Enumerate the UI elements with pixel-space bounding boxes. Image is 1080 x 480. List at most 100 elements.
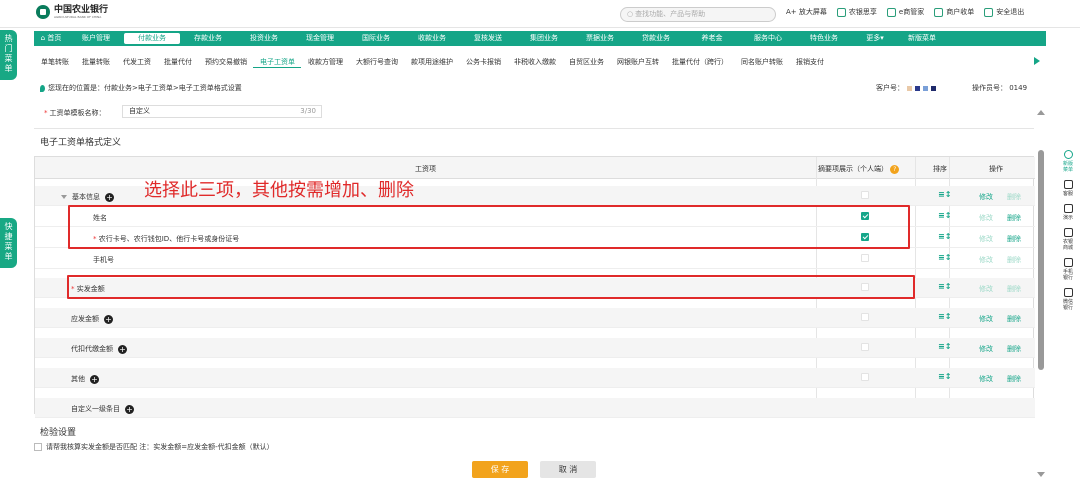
- sort-handle-icon[interactable]: ≡↕: [938, 211, 951, 220]
- subnav-item[interactable]: 代发工资: [116, 57, 157, 67]
- delete-link[interactable]: 删除: [1007, 314, 1021, 324]
- nav-item[interactable]: 现金管理: [292, 31, 348, 46]
- nongyin-sixiang-link[interactable]: 农银思享: [836, 7, 877, 17]
- edit-link[interactable]: 修改: [979, 255, 993, 265]
- summary-checkbox[interactable]: [861, 254, 869, 262]
- subnav-item[interactable]: 报销支付: [789, 57, 830, 67]
- side-tool[interactable]: 农银商城: [1062, 228, 1074, 251]
- delete-link[interactable]: 删除: [1007, 192, 1021, 202]
- nav-item[interactable]: 贷款业务: [628, 31, 684, 46]
- edit-link[interactable]: 修改: [979, 213, 993, 223]
- summary-checkbox[interactable]: [861, 343, 869, 351]
- side-tool[interactable]: 微信银行: [1062, 288, 1074, 311]
- subnav-next-icon[interactable]: [1034, 57, 1040, 65]
- delete-link[interactable]: 删除: [1007, 374, 1021, 384]
- side-tool[interactable]: 手机银行: [1062, 258, 1074, 281]
- subnav-item[interactable]: 批量转账: [75, 57, 116, 67]
- table-row: 代扣代缴金额 + ≡↕ 修改 删除: [35, 338, 1035, 358]
- hot-menu-tab[interactable]: 热门菜单: [0, 30, 17, 80]
- template-name-input[interactable]: 自定义 3/30: [122, 105, 322, 118]
- logout-link[interactable]: 安全退出: [984, 7, 1024, 17]
- sort-handle-icon[interactable]: ≡↕: [938, 372, 951, 381]
- add-icon[interactable]: +: [90, 374, 99, 384]
- subnav-item[interactable]: 批量代付: [157, 57, 198, 67]
- subnav-item[interactable]: 非税收入缴款: [507, 57, 562, 67]
- quick-menu-tab[interactable]: 快捷菜单: [0, 218, 17, 268]
- subnav-item[interactable]: 预约交易撤销: [198, 57, 253, 67]
- subnav-item[interactable]: 网银账户互转: [610, 57, 665, 67]
- edit-link[interactable]: 修改: [979, 344, 993, 354]
- subnav-item[interactable]: 公务卡报销: [459, 57, 507, 67]
- delete-link[interactable]: 删除: [1007, 213, 1021, 223]
- row-label-text: 应发金额: [71, 315, 99, 323]
- cancel-button[interactable]: 取 消: [540, 461, 596, 478]
- side-tool-icon: [1063, 180, 1073, 189]
- edit-link[interactable]: 修改: [979, 314, 993, 324]
- sort-handle-icon[interactable]: ≡↕: [938, 282, 951, 291]
- delete-link[interactable]: 删除: [1007, 255, 1021, 265]
- nav-item[interactable]: 更多▾: [852, 31, 898, 46]
- logout-icon: [984, 7, 994, 17]
- subnav-item[interactable]: 批量代付（跨行）: [665, 57, 734, 67]
- subnav-item[interactable]: 电子工资单: [253, 57, 301, 68]
- nav-item[interactable]: 服务中心: [740, 31, 796, 46]
- nav-item[interactable]: 集团业务: [516, 31, 572, 46]
- add-icon[interactable]: +: [125, 404, 134, 414]
- zoom-screen-link[interactable]: A+ 放大屏幕: [786, 7, 827, 17]
- collapse-icon[interactable]: [61, 195, 67, 199]
- nav-item[interactable]: 账户管理: [68, 31, 124, 46]
- nav-item[interactable]: 存款业务: [180, 31, 236, 46]
- side-tool[interactable]: 新版菜单: [1062, 150, 1074, 173]
- merchant-acquiring-link[interactable]: 商户收单: [934, 7, 974, 17]
- delete-link[interactable]: 删除: [1007, 234, 1021, 244]
- subnav-item[interactable]: 收款方管理: [301, 57, 349, 67]
- delete-link[interactable]: 删除: [1007, 344, 1021, 354]
- nav-item[interactable]: 养老金: [684, 31, 740, 46]
- subnav-item[interactable]: 自贸区业务: [562, 57, 610, 67]
- nav-item[interactable]: 投资业务: [236, 31, 292, 46]
- row-label-text: 基本信息: [72, 193, 100, 201]
- subnav-item[interactable]: 大额行号查询: [349, 57, 404, 67]
- nav-item[interactable]: 复核发送: [460, 31, 516, 46]
- edit-link[interactable]: 修改: [979, 374, 993, 384]
- save-button[interactable]: 保 存: [472, 461, 528, 478]
- nav-item[interactable]: 收款业务: [404, 31, 460, 46]
- edit-link[interactable]: 修改: [979, 192, 993, 202]
- search-input[interactable]: ○ 查找功能、产品与帮助: [620, 7, 776, 22]
- nav-item[interactable]: 国际业务: [348, 31, 404, 46]
- subnav-item[interactable]: 同名账户转账: [734, 57, 789, 67]
- add-icon[interactable]: +: [104, 314, 113, 324]
- side-tool[interactable]: 演示: [1062, 204, 1074, 221]
- e-merchant-link[interactable]: e商管家: [886, 7, 924, 17]
- summary-checkbox[interactable]: [861, 373, 869, 381]
- nav-item[interactable]: 特色业务: [796, 31, 852, 46]
- summary-checkbox[interactable]: [861, 313, 869, 321]
- summary-checkbox[interactable]: [861, 191, 869, 199]
- scroll-up-icon[interactable]: [1037, 110, 1045, 115]
- add-icon[interactable]: +: [118, 344, 127, 354]
- nav-item[interactable]: 付款业务: [124, 33, 180, 44]
- subnav-item[interactable]: 单笔转账: [34, 57, 75, 67]
- edit-link[interactable]: 修改: [979, 284, 993, 294]
- subnav-item[interactable]: 款项用途维护: [404, 57, 459, 67]
- nav-item[interactable]: 新版菜单: [898, 31, 946, 46]
- scroll-down-icon[interactable]: [1037, 472, 1045, 477]
- sort-handle-icon[interactable]: ≡↕: [938, 253, 951, 262]
- help-icon[interactable]: ?: [890, 165, 900, 174]
- delete-link[interactable]: 删除: [1007, 284, 1021, 294]
- annotation-text: 选择此三项，其他按需增加、删除: [144, 180, 414, 201]
- add-icon[interactable]: +: [105, 192, 114, 202]
- sort-handle-icon[interactable]: ≡↕: [938, 232, 951, 241]
- nongyin-icon: [836, 7, 846, 17]
- sort-handle-icon[interactable]: ≡↕: [938, 190, 951, 199]
- nav-item[interactable]: 票据业务: [572, 31, 628, 46]
- verify-amount-checkbox[interactable]: [34, 443, 42, 451]
- nav-item[interactable]: ⌂ 首页: [34, 31, 68, 46]
- edit-link[interactable]: 修改: [979, 234, 993, 244]
- vertical-scrollbar[interactable]: [1038, 150, 1044, 370]
- bank-logo[interactable]: 中国农业银行 AGRICULTURAL BANK OF CHINA: [36, 5, 108, 19]
- sort-handle-icon[interactable]: ≡↕: [938, 312, 951, 321]
- section-title: 电子工资单格式定义: [40, 138, 122, 148]
- sort-handle-icon[interactable]: ≡↕: [938, 342, 951, 351]
- side-tool[interactable]: 客服: [1062, 180, 1074, 197]
